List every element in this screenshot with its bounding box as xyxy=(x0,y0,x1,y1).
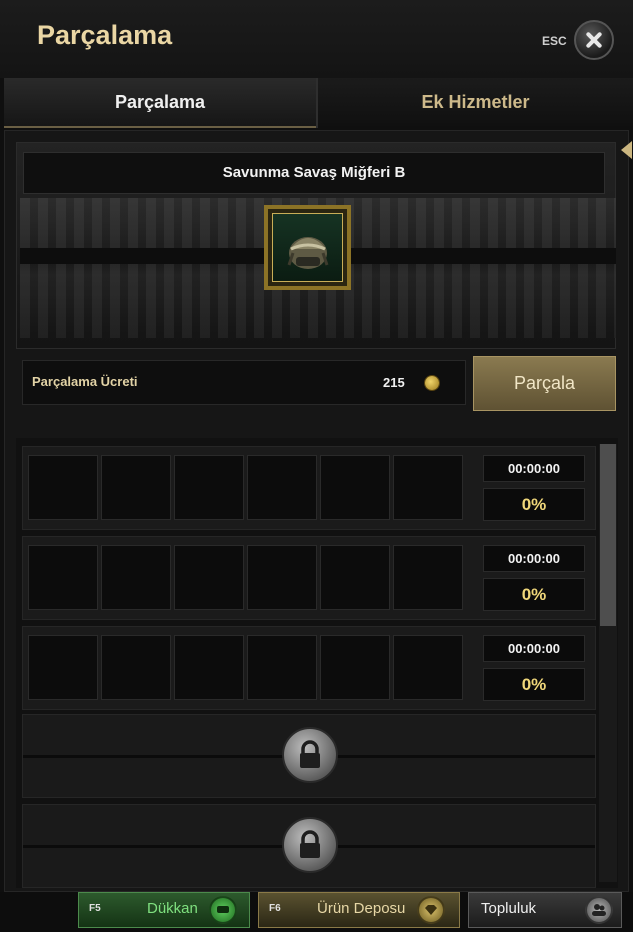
fee-label: Parçalama Ücreti xyxy=(32,374,138,389)
result-slot[interactable] xyxy=(320,545,390,610)
result-slot[interactable] xyxy=(28,455,98,520)
locked-queue-row[interactable] xyxy=(22,714,596,798)
side-arrow-icon[interactable] xyxy=(621,141,632,159)
result-slot[interactable] xyxy=(247,455,317,520)
shop-label: Dükkan xyxy=(147,900,198,917)
result-slot[interactable] xyxy=(28,635,98,700)
queue-progress: 0% xyxy=(483,578,585,611)
gold-coin-icon xyxy=(425,376,439,390)
result-slot[interactable] xyxy=(174,545,244,610)
result-slot[interactable] xyxy=(393,635,463,700)
tab-dismantle[interactable]: Parçalama xyxy=(4,78,316,128)
result-slot[interactable] xyxy=(247,635,317,700)
result-slot[interactable] xyxy=(101,635,171,700)
result-slot[interactable] xyxy=(393,455,463,520)
result-slot[interactable] xyxy=(320,455,390,520)
community-people-icon xyxy=(585,896,613,924)
storage-gem-icon xyxy=(417,896,445,924)
result-slot[interactable] xyxy=(174,635,244,700)
close-button[interactable] xyxy=(574,20,614,60)
result-slot[interactable] xyxy=(28,545,98,610)
tab-bar: Parçalama Ek Hizmetler xyxy=(4,78,633,128)
result-slot[interactable] xyxy=(320,635,390,700)
result-slot[interactable] xyxy=(393,545,463,610)
lock-icon xyxy=(282,727,338,783)
community-button[interactable]: Topluluk xyxy=(468,892,622,928)
lock-icon xyxy=(282,817,338,873)
community-label: Topluluk xyxy=(481,900,537,917)
queue-timer: 00:00:00 xyxy=(483,455,585,482)
item-slot[interactable] xyxy=(264,205,351,290)
queue-timer: 00:00:00 xyxy=(483,545,585,572)
storage-label: Ürün Deposu xyxy=(317,900,406,917)
shop-hotkey: F5 xyxy=(89,903,101,914)
result-slot[interactable] xyxy=(101,545,171,610)
shop-cart-icon xyxy=(209,896,237,924)
helmet-icon xyxy=(272,213,343,282)
item-name: Savunma Savaş Miğferi B xyxy=(23,152,605,194)
queue-progress: 0% xyxy=(483,488,585,521)
shop-button[interactable]: F5 Dükkan xyxy=(78,892,250,928)
result-slot[interactable] xyxy=(174,455,244,520)
queue-scrollbar-thumb[interactable] xyxy=(600,444,616,626)
storage-hotkey: F6 xyxy=(269,903,281,914)
queue-progress: 0% xyxy=(483,668,585,701)
esc-label: ESC xyxy=(542,34,567,48)
tab-extra-services[interactable]: Ek Hizmetler xyxy=(318,78,633,126)
locked-queue-row[interactable] xyxy=(22,804,596,888)
result-slot[interactable] xyxy=(247,545,317,610)
window-title: Parçalama xyxy=(37,20,173,50)
result-slot[interactable] xyxy=(101,455,171,520)
dismantle-button[interactable]: Parçala xyxy=(473,356,616,411)
fee-value: 215 xyxy=(383,375,405,390)
item-storage-button[interactable]: F6 Ürün Deposu xyxy=(258,892,460,928)
queue-timer: 00:00:00 xyxy=(483,635,585,662)
